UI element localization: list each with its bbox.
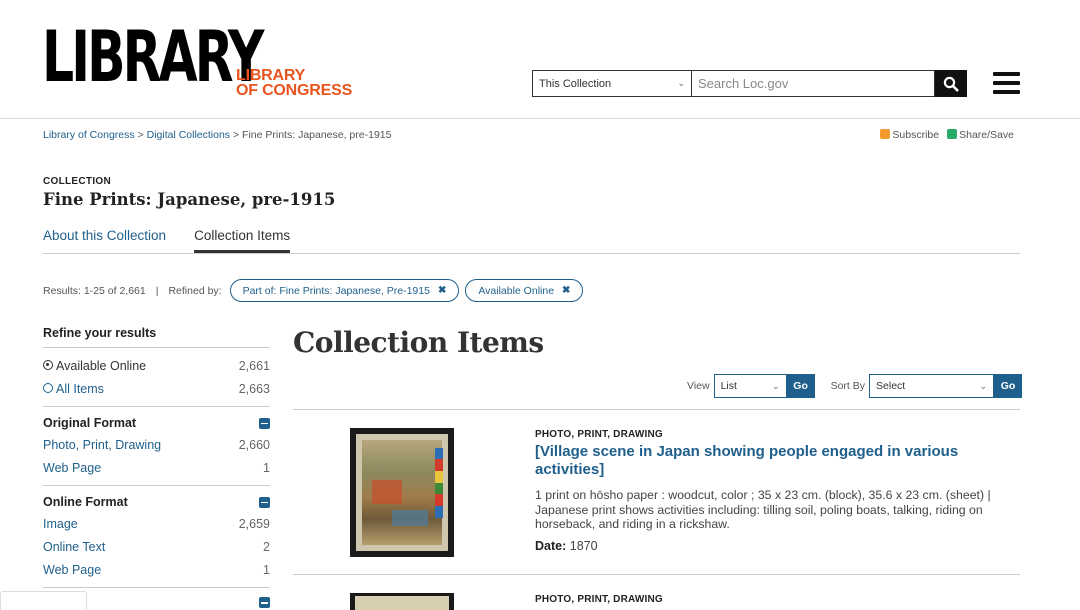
sort-select[interactable]: Select ⌄ — [869, 374, 995, 398]
facet-label: Available Online — [56, 358, 147, 373]
view-select[interactable]: List ⌄ — [713, 374, 787, 398]
library-of-congress-logo[interactable]: LIBRARY OF CONGRESS — [236, 67, 353, 99]
tab-about-this-collection[interactable]: About this Collection — [43, 228, 166, 253]
facet-label: Web Page — [43, 562, 102, 577]
site-header: LIBRARY LIBRARY OF CONGRESS This Collect… — [0, 0, 1080, 119]
breadcrumb-digital-collections[interactable]: Digital Collections — [147, 129, 230, 141]
list-divider — [293, 574, 1020, 575]
page-title: Collection Items — [293, 326, 544, 359]
facet-group-label: Online Format — [43, 495, 128, 509]
rss-icon — [880, 129, 891, 139]
share-save-link[interactable]: Share/Save — [947, 129, 1014, 141]
logo-line-2: OF CONGRESS — [236, 82, 353, 99]
search-icon — [943, 76, 959, 91]
facet-group-original-format[interactable]: Original Format — [43, 416, 270, 433]
item-title-link[interactable]: [Village scene in Japan showing people e… — [535, 443, 1005, 478]
results-count: Results: 1-25 of 2,661 — [43, 284, 146, 297]
collapse-icon[interactable] — [259, 597, 270, 608]
search-bar: This Collection ⌄ Search Loc.gov — [532, 70, 967, 97]
facet-label: All Items — [56, 381, 104, 396]
item-thumbnail[interactable] — [350, 428, 454, 557]
facet-label: Photo, Print, Drawing — [43, 437, 162, 452]
facet-image[interactable]: Image 2,659 — [43, 512, 270, 535]
logo-line-1: LIBRARY — [236, 67, 306, 84]
sort-label: Sort By — [830, 380, 866, 392]
hamburger-menu-icon[interactable] — [993, 72, 1020, 94]
breadcrumb-current: Fine Prints: Japanese, pre-1915 — [242, 129, 392, 141]
radio-selected-icon — [43, 359, 53, 370]
facet-all-items[interactable]: All Items 2,663 — [43, 377, 270, 400]
library-logo-wordmark[interactable]: LIBRARY — [42, 16, 264, 98]
facet-count: 1 — [263, 460, 270, 475]
search-scope-select[interactable]: This Collection ⌄ — [532, 70, 691, 97]
collection-tabs: About this Collection Collection Items — [43, 228, 1020, 254]
facet-web-page-online[interactable]: Web Page 1 — [43, 558, 270, 581]
chevron-down-icon: ⌄ — [979, 380, 988, 391]
breadcrumb-separator: > — [137, 129, 144, 141]
facet-online-text[interactable]: Online Text 2 — [43, 535, 270, 558]
view-value: List — [720, 380, 737, 392]
item-date: Date: 1870 — [535, 539, 598, 553]
facet-group-label: Original Format — [43, 416, 137, 430]
facet-count: 2,660 — [238, 437, 270, 452]
facet-count: 2,661 — [238, 358, 270, 373]
filter-pill-available-online[interactable]: Available Online ✖ — [465, 279, 584, 302]
list-divider — [293, 409, 1020, 410]
item-thumbnail[interactable] — [350, 593, 454, 610]
radio-unselected-icon — [43, 382, 53, 393]
tab-collection-items[interactable]: Collection Items — [194, 228, 291, 253]
refine-sidebar: Refine your results Available Online 2,6… — [43, 326, 270, 608]
sort-go-button[interactable]: Go — [994, 374, 1023, 398]
facet-available-online[interactable]: Available Online 2,661 — [43, 354, 270, 377]
facet-label: Web Page — [43, 460, 102, 475]
refine-heading-label: Refine your results — [43, 326, 157, 340]
item-date-value: 1870 — [569, 539, 598, 553]
facet-count: 2,663 — [238, 381, 270, 396]
feedback-tab[interactable] — [0, 591, 87, 610]
facet-count: 2,659 — [238, 516, 270, 531]
facet-label: Image — [43, 516, 78, 531]
view-label: View — [687, 380, 710, 392]
refined-by-label: Refined by: — [168, 284, 222, 297]
collection-label: COLLECTION — [43, 176, 111, 187]
view-go-button[interactable]: Go — [786, 374, 815, 398]
subscribe-link[interactable]: Subscribe — [880, 129, 939, 141]
chevron-down-icon: ⌄ — [677, 78, 685, 88]
share-icon — [947, 129, 958, 139]
facet-photo-print-drawing[interactable]: Photo, Print, Drawing 2,660 — [43, 433, 270, 456]
collection-title: Fine Prints: Japanese, pre-1915 — [43, 190, 336, 209]
item-format: PHOTO, PRINT, DRAWING — [535, 594, 663, 605]
item-description: 1 print on hōsho paper : woodcut, color … — [535, 488, 991, 531]
breadcrumb-separator: > — [232, 129, 240, 141]
search-button[interactable] — [935, 70, 967, 97]
breadcrumb: Library of Congress > Digital Collection… — [43, 129, 391, 141]
item-format: PHOTO, PRINT, DRAWING — [535, 429, 663, 440]
results-summary: Results: 1-25 of 2,661 | Refined by: Par… — [43, 279, 584, 302]
facet-web-page[interactable]: Web Page 1 — [43, 456, 270, 479]
collapse-icon[interactable] — [259, 417, 270, 429]
sort-value: Select — [876, 380, 906, 392]
share-label: Share/Save — [959, 129, 1014, 141]
facet-label: Online Text — [43, 539, 106, 554]
filter-pill-label: Part of: Fine Prints: Japanese, Pre-1915 — [242, 284, 430, 297]
facet-count: 2 — [263, 539, 270, 554]
subscribe-label: Subscribe — [892, 129, 940, 141]
results-separator: | — [155, 284, 159, 297]
collapse-icon[interactable] — [259, 496, 270, 508]
search-input[interactable]: Search Loc.gov — [691, 70, 935, 97]
close-icon[interactable]: ✖ — [438, 285, 446, 296]
search-scope-value: This Collection — [539, 77, 612, 90]
breadcrumb-library-of-congress[interactable]: Library of Congress — [43, 129, 135, 141]
page-tools: Subscribe Share/Save — [880, 129, 1014, 141]
facet-count: 1 — [263, 562, 270, 577]
facet-group-online-format[interactable]: Online Format — [43, 495, 270, 512]
close-icon[interactable]: ✖ — [562, 285, 570, 296]
filter-pill-label: Available Online — [478, 284, 555, 297]
refine-heading: Refine your results — [43, 326, 270, 348]
chevron-down-icon: ⌄ — [772, 380, 780, 391]
item-date-label: Date: — [535, 539, 567, 553]
filter-pill-part-of[interactable]: Part of: Fine Prints: Japanese, Pre-1915… — [229, 279, 460, 302]
list-controls: View List ⌄ Go Sort By Select ⌄ Go — [687, 374, 1023, 398]
